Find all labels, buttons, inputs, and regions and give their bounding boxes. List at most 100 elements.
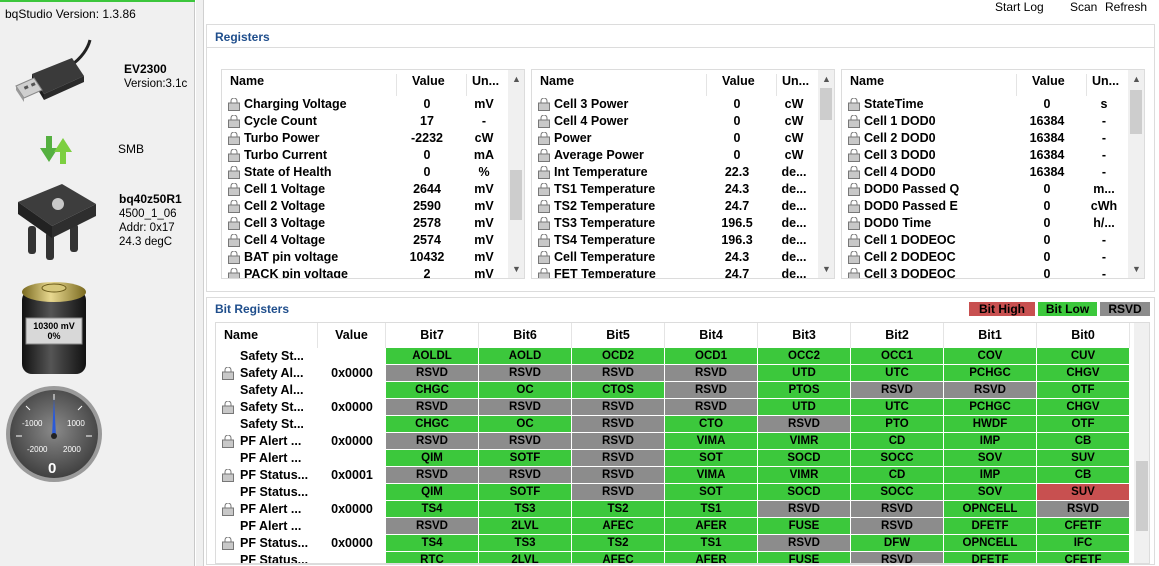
bit-register-row[interactable]: Safety St... CHGC OC RSVD CTO RSVD PTO HWDF OTF — [216, 416, 1136, 433]
bit-col-header[interactable]: Bit0 — [1037, 323, 1130, 348]
scroll-down-icon[interactable]: ▼ — [822, 264, 831, 274]
scroll-thumb[interactable] — [1136, 461, 1148, 531]
col-name-header[interactable]: Name — [540, 74, 574, 88]
col-value-header[interactable]: Value — [1032, 74, 1065, 88]
bit-cell: VIMA — [665, 467, 758, 484]
register-row[interactable]: Cell 2 DOD0 16384 - — [842, 130, 1132, 147]
register-row[interactable]: Cell 2 Voltage 2590 mV — [222, 198, 512, 215]
col-unit-header[interactable]: Un... — [1092, 74, 1119, 88]
bit-cell: RSVD — [1037, 501, 1130, 518]
scroll-up-icon[interactable]: ▲ — [1132, 74, 1141, 84]
bit-cell: AFER — [665, 552, 758, 563]
register-row[interactable]: Cell 1 DOD0 16384 - — [842, 113, 1132, 130]
bit-cell: CHGV — [1037, 365, 1130, 382]
bit-register-row[interactable]: PF Alert ... QIM SOTF RSVD SOT SOCD SOCC SOV SUV — [216, 450, 1136, 467]
bit-register-row[interactable]: PF Status... 0x0000 TS4 TS3 TS2 TS1 RSVD DFW OPN… — [216, 535, 1136, 552]
register-row[interactable]: Power 0 cW — [532, 130, 822, 147]
register-row[interactable]: Cell 4 Power 0 cW — [532, 113, 822, 130]
scroll-down-icon[interactable]: ▼ — [512, 264, 521, 274]
bit-col-header[interactable]: Bit3 — [758, 323, 851, 348]
bit-register-row[interactable]: PF Status... 0x0001 RSVD RSVD RSVD VIMA VIMR CD… — [216, 467, 1136, 484]
bit-register-row[interactable]: Safety St... AOLDL AOLD OCD2 OCD1 OCC2 OCC1 COV… — [216, 348, 1136, 365]
register-row[interactable]: TS2 Temperature 24.7 de... — [532, 198, 822, 215]
register-row[interactable]: Cell 1 Voltage 2644 mV — [222, 181, 512, 198]
register-row[interactable]: Cell 3 DOD0 16384 - — [842, 147, 1132, 164]
col-name-header[interactable]: Name — [230, 74, 264, 88]
register-row[interactable]: TS3 Temperature 196.5 de... — [532, 215, 822, 232]
bit-col-header[interactable]: Bit5 — [572, 323, 665, 348]
register-row[interactable]: Cell 4 DOD0 16384 - — [842, 164, 1132, 181]
register-row[interactable]: Cell 3 Power 0 cW — [532, 96, 822, 113]
bit-grid-scrollbar[interactable] — [1134, 323, 1149, 563]
register-table-scrollbar[interactable]: ▲ ▼ — [818, 70, 834, 278]
refresh-button[interactable]: Refresh — [1105, 0, 1147, 14]
bit-register-row[interactable]: PF Alert ... RSVD 2LVL AFEC AFER FUSE RSVD DFET… — [216, 518, 1136, 535]
register-row[interactable]: FET Temperature 24.7 de... — [532, 266, 822, 278]
register-row[interactable]: Cell 1 DODEOC 0 - — [842, 232, 1132, 249]
bit-register-row[interactable]: PF Status... QIM SOTF RSVD SOT SOCD SOCC SOV SUV — [216, 484, 1136, 501]
register-row[interactable]: Cell 2 DODEOC 0 - — [842, 249, 1132, 266]
register-row[interactable]: DOD0 Passed E 0 cWh — [842, 198, 1132, 215]
bit-col-header[interactable]: Bit2 — [851, 323, 944, 348]
bit-col-header[interactable]: Bit1 — [944, 323, 1037, 348]
bit-cell: OPNCELL — [944, 501, 1037, 518]
bit-cell: SOTF — [479, 484, 572, 501]
scroll-up-icon[interactable]: ▲ — [512, 74, 521, 84]
register-row[interactable]: DOD0 Time 0 h/... — [842, 215, 1132, 232]
scroll-thumb[interactable] — [820, 88, 832, 120]
bit-register-name: PF Status... — [240, 536, 309, 550]
col-value-header[interactable]: Value — [722, 74, 755, 88]
bit-register-row[interactable]: PF Status... RTC 2LVL AFEC AFER FUSE RSVD DFETF… — [216, 552, 1136, 563]
register-row[interactable]: StateTime 0 s — [842, 96, 1132, 113]
register-row[interactable]: State of Health 0% — [222, 164, 512, 181]
scroll-up-icon[interactable]: ▲ — [822, 74, 831, 84]
register-table-2: Name Value Un... Cell 3 Power 0 cW Cell 4 Powe… — [531, 69, 835, 279]
scroll-down-icon[interactable]: ▼ — [1132, 264, 1141, 274]
register-table-scrollbar[interactable]: ▲ ▼ — [1128, 70, 1144, 278]
bit-cell: OCC2 — [758, 348, 851, 365]
bit-col-header[interactable]: Name — [216, 323, 318, 348]
col-value-header[interactable]: Value — [412, 74, 445, 88]
register-row[interactable]: Cell 3 Voltage 2578 mV — [222, 215, 512, 232]
pane-splitter[interactable] — [196, 0, 204, 566]
register-name: Cell 2 DOD0 — [864, 131, 936, 145]
register-row[interactable]: Cell 4 Voltage 2574 mV — [222, 232, 512, 249]
register-row[interactable]: BAT pin voltage 10432 mV — [222, 249, 512, 266]
scan-button[interactable]: Scan — [1070, 0, 1097, 14]
register-row[interactable]: DOD0 Passed Q 0 m... — [842, 181, 1132, 198]
bit-register-row[interactable]: PF Alert ... 0x0000 RSVD RSVD RSVD VIMA VIMR CD… — [216, 433, 1136, 450]
register-row[interactable]: TS4 Temperature 196.3 de... — [532, 232, 822, 249]
col-unit-header[interactable]: Un... — [782, 74, 809, 88]
register-row[interactable]: PACK pin voltage 2 mV — [222, 266, 512, 278]
register-table-scrollbar[interactable]: ▲ ▼ — [508, 70, 524, 278]
bit-register-row[interactable]: Safety Al... CHGC OC CTOS RSVD PTOS RSVD RSVD OT… — [216, 382, 1136, 399]
bit-cell: RSVD — [851, 501, 944, 518]
device-pane: bqStudio Version: 1.3.86 EV2300 Version:… — [0, 0, 195, 566]
register-row[interactable]: TS1 Temperature 24.3 de... — [532, 181, 822, 198]
col-unit-header[interactable]: Un... — [472, 74, 499, 88]
register-row[interactable]: Turbo Current 0 mA — [222, 147, 512, 164]
bit-cell: COV — [944, 348, 1037, 365]
register-name: TS1 Temperature — [554, 182, 656, 196]
bit-register-row[interactable]: Safety St... 0x0000 RSVD RSVD RSVD RSVD UTD UTC… — [216, 399, 1136, 416]
bit-col-header[interactable]: Bit4 — [665, 323, 758, 348]
register-row[interactable]: Int Temperature 22.3 de... — [532, 164, 822, 181]
bit-register-row[interactable]: PF Alert ... 0x0000 TS4 TS3 TS2 TS1 RSVD RSVD OP… — [216, 501, 1136, 518]
bit-col-header[interactable]: Bit7 — [386, 323, 479, 348]
bit-cell: OC — [479, 382, 572, 399]
register-row[interactable]: Cycle Count 17 - — [222, 113, 512, 130]
register-row[interactable]: Average Power 0 cW — [532, 147, 822, 164]
bit-col-header[interactable]: Bit6 — [479, 323, 572, 348]
register-row[interactable]: Charging Voltage 0 mV — [222, 96, 512, 113]
register-row[interactable]: Cell Temperature 24.3 de... — [532, 249, 822, 266]
bit-col-header[interactable]: Value — [318, 323, 386, 348]
scroll-thumb[interactable] — [1130, 90, 1142, 134]
bit-cell: SOV — [944, 450, 1037, 467]
register-row[interactable]: Turbo Power -2232 cW — [222, 130, 512, 147]
start-log-button[interactable]: Start Log — [995, 0, 1044, 14]
scroll-thumb[interactable] — [510, 170, 522, 220]
bit-register-row[interactable]: Safety Al... 0x0000 RSVD RSVD RSVD RSVD UTD UTC… — [216, 365, 1136, 382]
register-row[interactable]: Cell 3 DODEOC 0 - — [842, 266, 1132, 278]
col-name-header[interactable]: Name — [850, 74, 884, 88]
usb-adapter-icon — [15, 39, 92, 102]
